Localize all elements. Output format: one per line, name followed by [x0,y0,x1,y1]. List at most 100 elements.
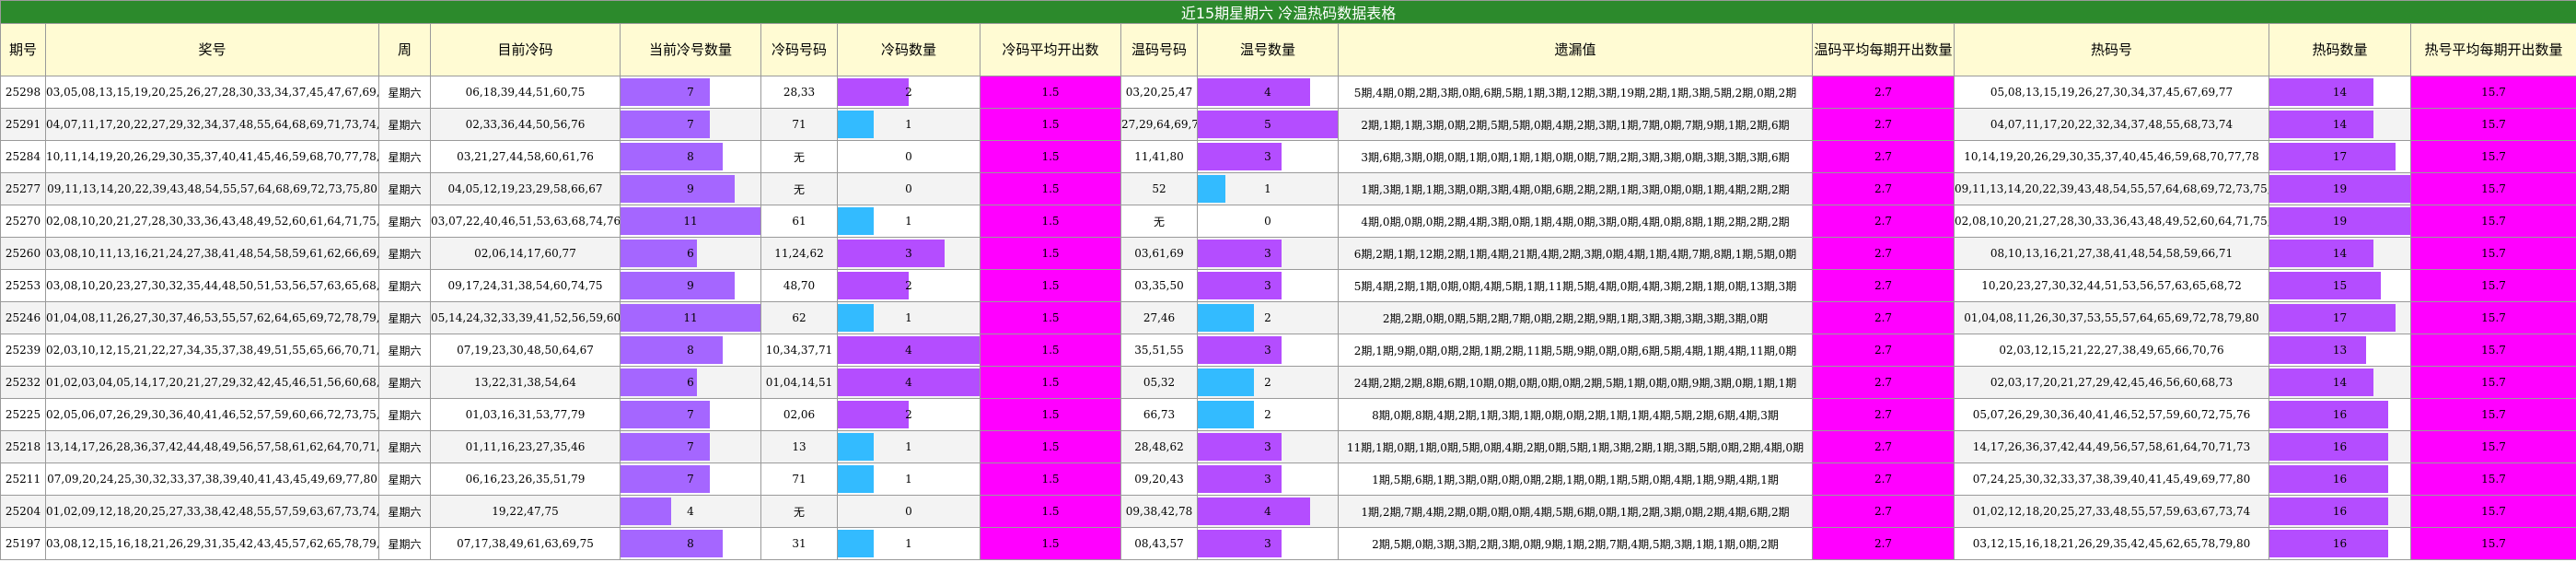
winning-numbers: 07,09,20,24,25,30,32,33,37,38,39,40,41,4… [45,462,379,496]
current-cold-count: 7 [620,76,761,109]
cold-numbers: 10,34,37,71 [760,334,838,367]
cold-count: 4 [837,334,981,367]
current-cold-numbers: 06,18,39,44,51,60,75 [430,76,621,109]
current-cold-count: 11 [620,205,761,238]
cold-numbers: 28,33 [760,76,838,109]
header-hot-count: 热码数量 [2269,23,2411,76]
hot-average: 15.7 [2409,462,2576,496]
missing-values: 2期,1期,1期,3期,0期,2期,5期,5期,0期,4期,2期,3期,1期,7… [1338,108,1813,141]
current-cold-count-value: 11 [683,311,698,324]
warm-numbers: 无 [1120,205,1198,238]
hot-count: 14 [2269,76,2411,109]
hot-count-bar [2269,111,2373,138]
cold-count-bar [838,78,909,106]
hot-count: 15 [2269,269,2411,302]
current-cold-numbers: 07,19,23,30,48,50,64,67 [430,334,621,367]
hot-count: 16 [2269,398,2411,431]
cold-average: 1.5 [980,334,1121,367]
cold-count-value: 2 [905,408,912,421]
current-cold-count: 6 [620,237,761,270]
warm-count-value: 2 [1264,408,1271,421]
current-cold-count-bar [621,175,736,203]
cold-count: 0 [837,140,981,173]
hot-count: 16 [2269,527,2411,560]
cold-count-bar [838,530,874,557]
hot-count-value: 15 [2332,279,2348,292]
missing-values: 8期,0期,8期,4期,2期,1期,3期,1期,0期,0期,2期,1期,1期,4… [1338,398,1813,431]
cold-count-value: 0 [905,182,912,195]
cold-count: 1 [837,430,981,463]
warm-count: 3 [1197,269,1339,302]
warm-numbers: 03,61,69 [1120,237,1198,270]
warm-count-bar [1198,369,1254,396]
current-cold-count-bar [621,143,723,170]
current-cold-count-value: 7 [687,440,694,453]
hot-count-value: 16 [2332,473,2348,486]
hot-numbers: 02,08,10,20,21,27,28,30,33,36,43,48,49,5… [1954,205,2269,238]
cold-numbers: 11,24,62 [760,237,838,270]
warm-count-bar [1198,175,1226,203]
current-cold-count-bar [621,530,723,557]
hot-count-bar [2269,401,2388,428]
missing-values: 5期,4期,2期,1期,0期,0期,4期,5期,1期,11期,5期,4期,0期,… [1338,269,1813,302]
table-row: 25211 07,09,20,24,25,30,32,33,37,38,39,40… [0,462,2576,496]
current-cold-count-bar [621,401,710,428]
warm-average: 2.7 [1812,301,1955,334]
cold-average: 1.5 [980,366,1121,399]
current-cold-count-value: 7 [687,473,694,486]
missing-values: 1期,2期,7期,4期,2期,0期,0期,0期,4期,5期,6期,0期,1期,2… [1338,495,1813,528]
hot-count-value: 16 [2332,537,2348,550]
warm-numbers: 05,32 [1120,366,1198,399]
hot-numbers: 02,03,12,15,21,22,27,38,49,65,66,70,76 [1954,334,2269,367]
cold-numbers: 62 [760,301,838,334]
current-cold-count-bar [621,498,672,525]
cold-average: 1.5 [980,237,1121,270]
warm-average: 2.7 [1812,172,1955,205]
warm-average: 2.7 [1812,430,1955,463]
hot-count-bar [2269,433,2388,461]
cold-average: 1.5 [980,205,1121,238]
cold-count-value: 1 [905,440,912,453]
warm-count-value: 0 [1264,215,1271,228]
issue-number: 25298 [0,76,46,109]
header-winning-numbers: 奖号 [45,23,379,76]
current-cold-numbers: 01,11,16,23,27,35,46 [430,430,621,463]
table-row: 25298 03,05,08,13,15,19,20,25,26,27,28,30… [0,76,2576,109]
table-body: 25298 03,05,08,13,15,19,20,25,26,27,28,30… [0,76,2576,560]
current-cold-count: 8 [620,527,761,560]
current-cold-count-value: 9 [687,182,694,195]
warm-count: 3 [1197,527,1339,560]
current-cold-count-value: 7 [687,408,694,421]
table-row: 25277 09,11,13,14,20,22,39,43,48,54,55,57… [0,172,2576,205]
warm-average: 2.7 [1812,462,1955,496]
warm-count-value: 3 [1264,440,1271,453]
weekday: 星期六 [378,237,431,270]
warm-numbers: 27,46 [1120,301,1198,334]
missing-values: 2期,5期,0期,3期,3期,2期,3期,0期,9期,1期,2期,7期,4期,5… [1338,527,1813,560]
header-warm-numbers: 温码号码 [1120,23,1198,76]
current-cold-numbers: 06,16,23,26,35,51,79 [430,462,621,496]
winning-numbers: 03,08,10,11,13,16,21,24,27,38,41,48,54,5… [45,237,379,270]
hot-count-value: 13 [2332,344,2348,357]
warm-numbers: 52 [1120,172,1198,205]
current-cold-count-bar [621,336,723,364]
warm-count: 2 [1197,366,1339,399]
header-missing-values: 遗漏值 [1338,23,1813,76]
current-cold-count: 7 [620,398,761,431]
issue-number: 25218 [0,430,46,463]
warm-count-bar [1198,498,1310,525]
hot-count-value: 17 [2332,150,2348,163]
hot-numbers: 04,07,11,17,20,22,32,34,37,48,55,68,73,7… [1954,108,2269,141]
cold-average: 1.5 [980,269,1121,302]
warm-count: 5 [1197,108,1339,141]
current-cold-count-bar [621,240,697,267]
cold-numbers: 61 [760,205,838,238]
current-cold-count-value: 6 [687,247,694,260]
cold-count: 4 [837,366,981,399]
hot-count: 14 [2269,366,2411,399]
current-cold-count-value: 7 [687,86,694,99]
hot-count-bar [2269,240,2373,267]
hot-count-value: 14 [2332,376,2348,389]
weekday: 星期六 [378,269,431,302]
warm-count-bar [1198,304,1254,332]
